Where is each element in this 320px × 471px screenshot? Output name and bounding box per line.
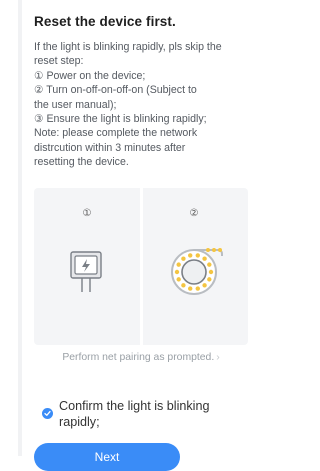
- instruction-line: the user manual);: [34, 98, 117, 111]
- led-dot: [181, 283, 186, 288]
- confirm-label: Confirm the light is blinking rapidly;: [59, 399, 210, 429]
- instruction-line: ③ Ensure the light is blinking rapidly;: [34, 113, 207, 126]
- led-dot: [212, 248, 216, 252]
- led-dot: [207, 277, 212, 282]
- led-dot: [174, 269, 180, 275]
- blinking-light-ring-icon: [171, 248, 223, 295]
- illustration-divider: [140, 188, 143, 345]
- led-dot: [176, 262, 181, 267]
- next-button[interactable]: Next: [34, 443, 180, 471]
- page-title: Reset the device first.: [34, 14, 176, 29]
- led-dot: [208, 269, 214, 275]
- led-dot: [202, 256, 207, 261]
- power-plug-icon: [70, 251, 102, 292]
- led-dot: [195, 253, 200, 258]
- reset-illustration: ① ②: [34, 188, 248, 345]
- led-dot: [176, 277, 181, 282]
- net-pairing-link[interactable]: Perform net pairing as prompted. ›: [34, 352, 248, 363]
- net-pairing-label: Perform net pairing as prompted.: [62, 352, 215, 363]
- instruction-line: If the light is blinking rapidly, pls sk…: [34, 41, 222, 53]
- instruction-line: ① Power on the device;: [34, 69, 146, 82]
- instructions: If the light is blinking rapidly, pls sk…: [34, 40, 252, 170]
- step-2-label: ②: [189, 208, 199, 219]
- instruction-line: ② Turn on-off-on-off-on (Subject to: [34, 84, 197, 97]
- led-dot: [218, 248, 222, 252]
- instruction-line: reset step:: [34, 55, 84, 68]
- led-dot: [206, 248, 210, 252]
- led-dot: [181, 256, 186, 261]
- led-dot: [207, 262, 212, 267]
- instruction-line: Note: please complete the network: [34, 127, 198, 140]
- led-dot: [202, 283, 207, 288]
- led-dot: [188, 286, 193, 291]
- check-icon: [42, 408, 53, 419]
- led-dot: [195, 286, 200, 291]
- left-side-rule: [18, 0, 22, 456]
- led-dot: [188, 253, 193, 258]
- chevron-right-icon: ›: [216, 352, 220, 363]
- step-1-label: ①: [82, 208, 92, 219]
- instruction-line: distrcution within 3 minutes after: [34, 141, 186, 154]
- instruction-line: resetting the device.: [34, 156, 129, 169]
